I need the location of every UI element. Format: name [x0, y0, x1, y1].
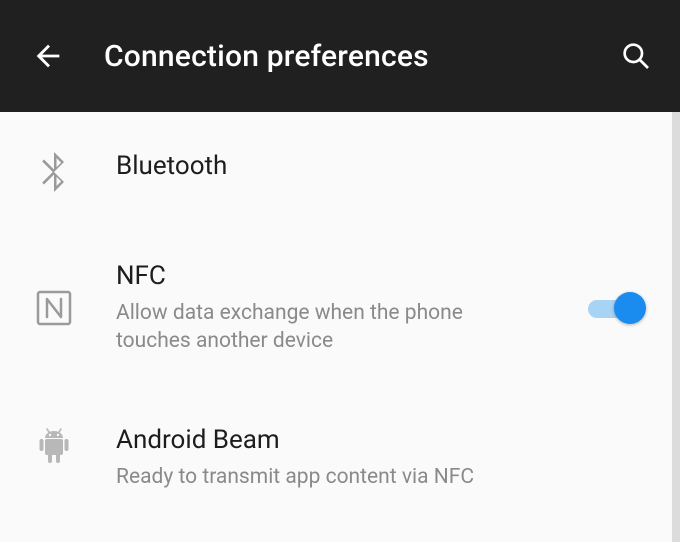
search-button[interactable] — [616, 36, 656, 76]
bluetooth-row[interactable]: Bluetooth — [0, 112, 672, 232]
nfc-icon-wrap — [30, 290, 78, 326]
settings-list: Bluetooth NFC Allow data exchange when t… — [0, 112, 680, 542]
nfc-toggle[interactable] — [588, 290, 644, 326]
bluetooth-label: Bluetooth — [116, 150, 644, 183]
android-beam-text: Android Beam Ready to transmit app conte… — [116, 424, 644, 491]
android-beam-label: Android Beam — [116, 424, 644, 457]
nfc-icon — [36, 290, 72, 326]
connection-preferences-screen: Connection preferences Bluetooth — [0, 0, 680, 542]
bluetooth-text: Bluetooth — [116, 150, 644, 183]
nfc-row[interactable]: NFC Allow data exchange when the phone t… — [0, 232, 672, 396]
page-title: Connection preferences — [104, 39, 616, 74]
back-arrow-icon — [31, 39, 65, 73]
nfc-text: NFC Allow data exchange when the phone t… — [116, 260, 574, 356]
search-icon — [620, 40, 652, 72]
android-beam-description: Ready to transmit app content via NFC — [116, 463, 536, 492]
bluetooth-icon-wrap — [30, 152, 78, 192]
android-beam-row[interactable]: Android Beam Ready to transmit app conte… — [0, 396, 672, 531]
back-button[interactable] — [28, 36, 68, 76]
android-icon — [37, 426, 71, 466]
bluetooth-icon — [39, 152, 69, 192]
nfc-label: NFC — [116, 260, 574, 293]
nfc-description: Allow data exchange when the phone touch… — [116, 299, 536, 357]
app-bar: Connection preferences — [0, 0, 680, 112]
android-icon-wrap — [30, 426, 78, 466]
toggle-thumb — [614, 292, 646, 324]
nfc-switch-wrap — [574, 290, 644, 326]
